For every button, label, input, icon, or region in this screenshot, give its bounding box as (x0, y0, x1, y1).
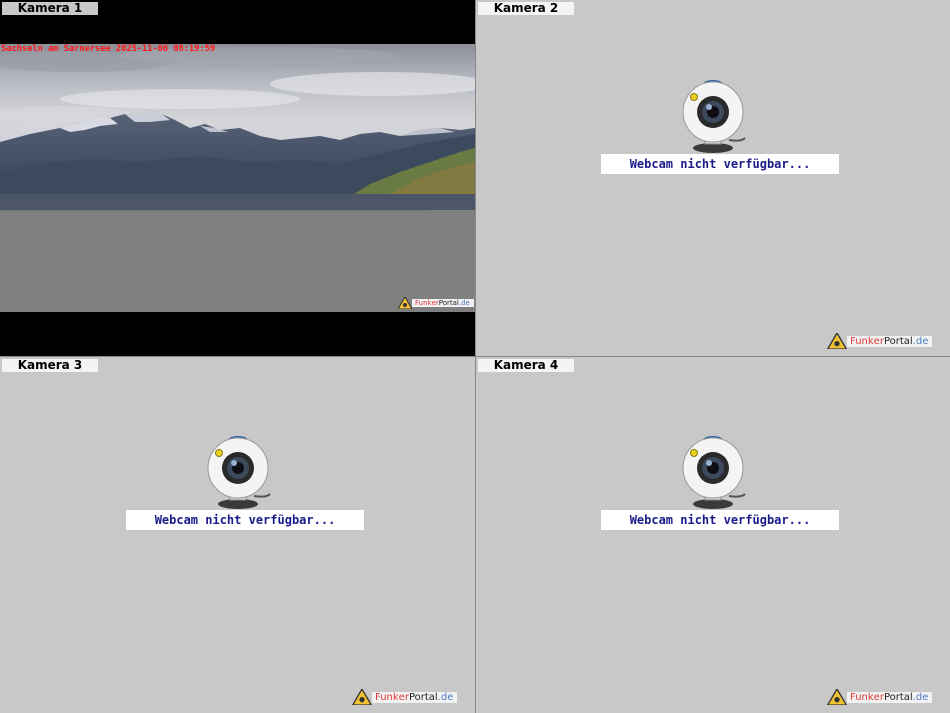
hazard-logo-icon (352, 689, 372, 705)
status-message: Webcam nicht verfügbar... (629, 513, 811, 527)
hazard-logo-icon (827, 333, 847, 349)
watermark-er: er (873, 691, 884, 703)
watermark-de: .de (912, 335, 929, 347)
status-message: Webcam nicht verfügbar... (629, 157, 811, 171)
funkerportal-watermark: Funk er Portal .de (827, 333, 933, 349)
watermark-de: .de (437, 691, 454, 703)
hazard-logo-icon (827, 689, 847, 705)
watermark-funk: Funk (850, 691, 874, 703)
camera-4-panel[interactable]: Kamera 4 Webcam nicht verfügbar... Funk e… (476, 357, 950, 713)
camera-label: Kamera 1 (2, 2, 98, 15)
watermark-portal: Portal (438, 299, 459, 307)
webcam-icon (682, 80, 746, 153)
camera-label: Kamera 3 (2, 359, 98, 372)
camera-label: Kamera 4 (478, 359, 574, 372)
status-message-box: Webcam nicht verfügbar... (126, 510, 364, 530)
mountain-landscape-image (0, 44, 475, 312)
camera-grid: Kamera 1 Sachseln am Sarnersee 2025-11-0… (0, 0, 950, 713)
watermark-funk: Funk (850, 335, 874, 347)
status-message-box: Webcam nicht verfügbar... (601, 154, 839, 174)
watermark-er: er (873, 335, 884, 347)
funkerportal-watermark: Funk er Portal .de (398, 296, 474, 310)
funkerportal-watermark: Funk er Portal .de (352, 689, 458, 705)
watermark-portal: Portal (883, 335, 913, 347)
camera-label: Kamera 2 (478, 2, 574, 15)
camera-overlay-text: Sachseln am Sarnersee 2025-11-06 08:19:5… (1, 44, 215, 54)
camera-3-panel[interactable]: Kamera 3 Webcam nicht verfügbar... Funk e… (0, 357, 475, 713)
hazard-logo-icon (398, 297, 412, 309)
watermark-de: .de (912, 691, 929, 703)
watermark-er: er (398, 691, 409, 703)
status-message-box: Webcam nicht verfügbar... (601, 510, 839, 530)
camera-1-panel[interactable]: Kamera 1 Sachseln am Sarnersee 2025-11-0… (0, 0, 475, 356)
watermark-de: .de (458, 299, 470, 307)
webcam-image[interactable] (0, 44, 475, 312)
watermark-portal: Portal (408, 691, 438, 703)
watermark-funk: Funk (415, 299, 432, 307)
watermark-funk: Funk (375, 691, 399, 703)
status-message: Webcam nicht verfügbar... (154, 513, 336, 527)
camera-2-panel[interactable]: Kamera 2 Webcam nicht verfügbar... Funk e… (476, 0, 950, 356)
watermark-er: er (431, 299, 439, 307)
webcam-icon (207, 436, 271, 509)
webcam-icon (682, 436, 746, 509)
watermark-portal: Portal (883, 691, 913, 703)
funkerportal-watermark: Funk er Portal .de (827, 689, 933, 705)
